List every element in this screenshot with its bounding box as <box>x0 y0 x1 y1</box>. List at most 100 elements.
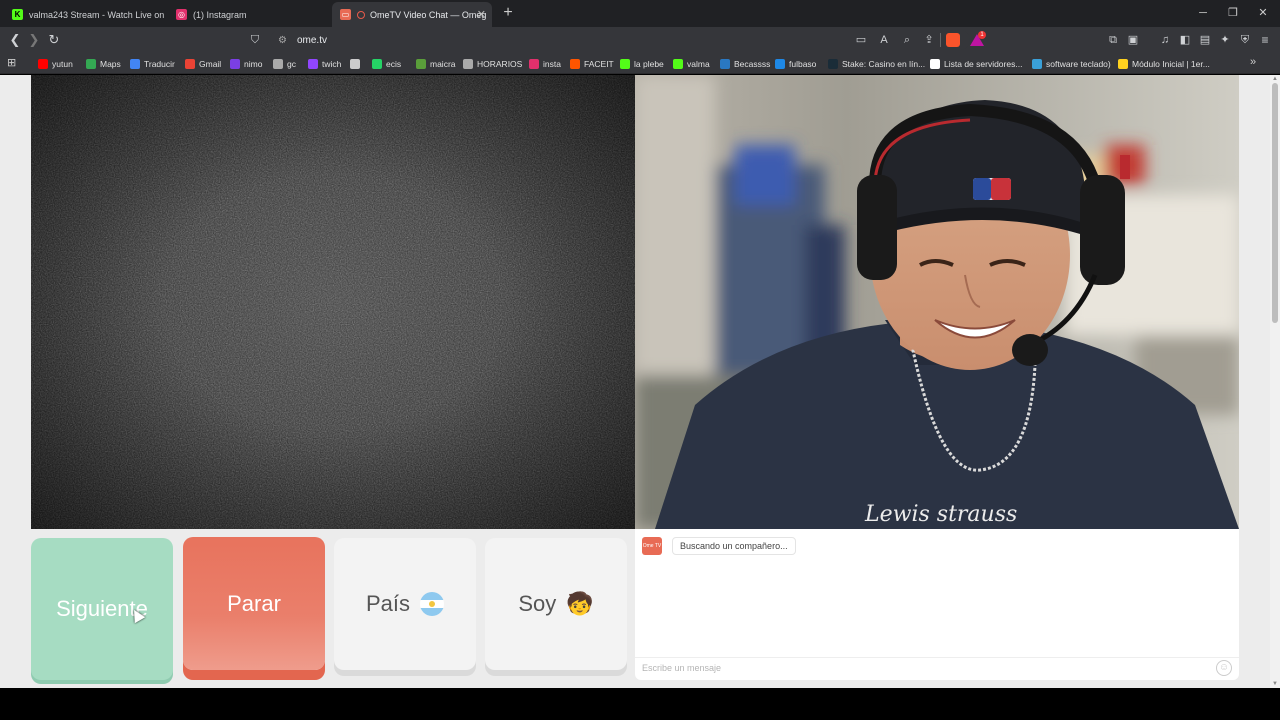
bookmark-item[interactable]: software teclado) <box>1032 56 1111 72</box>
browser-toolbar: ❮ ❯ ↻ ⛉ ⚙ ome.tv ▭ A ⌕ ⇪ ⧉ ▣ ♫ ◧ ▤ ✦ ⛨ ≡ <box>0 27 1280 53</box>
tab-ometv[interactable]: ▭ OmeTV Video Chat — Omeg ✕ <box>332 2 492 27</box>
close-tab-icon[interactable]: ✕ <box>477 8 486 21</box>
bookmark-label: insta <box>543 59 561 69</box>
message-input[interactable]: Escribe un mensaje <box>642 663 1202 677</box>
bookmark-favicon-icon <box>86 59 96 69</box>
bookmark-favicon-icon <box>130 59 140 69</box>
translate-icon[interactable]: A <box>875 31 893 49</box>
zoom-icon[interactable]: ⌕ <box>898 31 916 49</box>
bookmark-label: Lista de servidores... <box>944 59 1023 69</box>
chat-divider <box>635 657 1239 658</box>
chat-panel: Ome TV Buscando un compañero... Escribe … <box>635 529 1239 680</box>
bookmark-item[interactable]: Stake: Casino en lín... <box>828 56 925 72</box>
bookmark-item[interactable]: nimo <box>230 56 262 72</box>
bookmark-label: valma <box>687 59 710 69</box>
tab-title: valma243 Stream - Watch Live on Ki <box>29 9 164 20</box>
country-filter-button[interactable]: País <box>334 538 476 670</box>
gender-label: Soy <box>518 591 557 616</box>
bookmark-item[interactable]: Lista de servidores... <box>930 56 1022 72</box>
bookmark-label: nimo <box>244 59 263 69</box>
bookmark-favicon-icon <box>529 59 539 69</box>
more-bookmarks-icon[interactable]: » <box>1250 56 1256 68</box>
country-label: País <box>365 591 411 616</box>
bookmark-favicon-icon <box>230 59 240 69</box>
screenshot-icon[interactable]: ▣ <box>1124 31 1142 49</box>
bookmark-item[interactable]: Becassss <box>720 56 770 72</box>
bookmark-item[interactable]: Módulo Inicial | 1er... <box>1118 56 1210 72</box>
bookmark-label: HORARIOS <box>477 59 523 69</box>
tab-kick-stream[interactable]: K valma243 Stream - Watch Live on Ki <box>4 2 164 27</box>
cast-icon[interactable]: ▭ <box>852 31 870 49</box>
stop-label: Parar <box>227 590 281 616</box>
bookmark-item[interactable]: Gmail <box>185 56 221 72</box>
site-settings-icon[interactable]: ⚙ <box>278 35 287 46</box>
bookmark-item[interactable]: insta <box>529 56 561 72</box>
bookmark-item[interactable]: yutun <box>38 56 73 72</box>
bookmark-label: Traducir <box>144 59 175 69</box>
bookmark-favicon-icon <box>720 59 730 69</box>
bottom-bar <box>0 688 1280 720</box>
tab-title: OmeTV Video Chat — Omeg <box>370 9 487 20</box>
brave-shields-icon[interactable] <box>946 33 960 47</box>
local-video-static <box>31 75 635 529</box>
scroll-up-icon[interactable]: ▲ <box>1272 76 1278 82</box>
bookmark-item[interactable]: FACEIT <box>570 56 614 72</box>
bookmark-favicon-icon <box>273 59 283 69</box>
bookmark-favicon-icon <box>350 59 360 69</box>
minimize-button[interactable]: ─ <box>1188 4 1218 22</box>
bookmark-label: software teclado) <box>1046 59 1111 69</box>
wallet-icon[interactable]: ▤ <box>1196 31 1214 49</box>
url-text: ome.tv <box>296 34 327 46</box>
bookmark-favicon-icon <box>775 59 785 69</box>
bookmark-favicon-icon <box>463 59 473 69</box>
rewards-badge: 1 <box>978 31 986 39</box>
bookmark-favicon-icon <box>308 59 318 69</box>
bookmark-favicon-icon <box>1118 59 1128 69</box>
recording-icon <box>357 10 365 19</box>
bookmark-item[interactable]: twich <box>308 56 341 72</box>
extensions-icon[interactable]: ⧉ <box>1104 31 1122 49</box>
bookmark-item[interactable]: gc <box>273 56 296 72</box>
bookmark-label: la plebe <box>634 59 664 69</box>
forward-icon[interactable]: ❯ <box>25 31 43 49</box>
boy-icon: 🧒 <box>566 591 594 616</box>
restore-button[interactable]: ❐ <box>1218 4 1248 22</box>
bookmark-label: gc <box>287 59 296 69</box>
toolbar-divider <box>940 33 941 47</box>
bookmark-item[interactable]: la plebe <box>620 56 664 72</box>
close-window-button[interactable]: ✕ <box>1248 4 1278 22</box>
sidebar-icon[interactable]: ◧ <box>1176 31 1194 49</box>
next-button[interactable]: Siguiente <box>31 538 173 680</box>
bookmark-item[interactable]: Traducir <box>130 56 175 72</box>
tab-instagram[interactable]: ◎ (1) Instagram <box>168 2 328 27</box>
page-scrollbar[interactable]: ▲ ▼ <box>1270 75 1280 688</box>
gender-button[interactable]: Soy 🧒 <box>485 538 627 670</box>
share-icon[interactable]: ⇪ <box>920 31 938 49</box>
vpn-icon[interactable]: ⛨ <box>1236 31 1254 49</box>
scroll-thumb[interactable] <box>1272 83 1278 323</box>
scroll-down-icon[interactable]: ▼ <box>1272 681 1278 687</box>
ometv-icon: ▭ <box>340 9 351 20</box>
tab-title: (1) Instagram <box>193 9 247 20</box>
bookmark-item[interactable]: ecis <box>372 56 401 72</box>
media-icon[interactable]: ♫ <box>1156 31 1174 49</box>
bookmark-item[interactable]: fulbaso <box>775 56 816 72</box>
bookmark-favicon-icon <box>38 59 48 69</box>
remote-video: Lewis strauss <box>635 75 1239 529</box>
bookmark-item[interactable]: valma <box>673 56 710 72</box>
back-icon[interactable]: ❮ <box>6 31 24 49</box>
emoji-icon[interactable]: ☺ <box>1216 660 1232 676</box>
bookmark-item[interactable] <box>350 56 364 72</box>
apps-grid-icon[interactable]: ⊞ <box>7 57 19 69</box>
bookmark-icon[interactable]: ⛉ <box>246 31 264 49</box>
new-tab-button[interactable]: + <box>498 4 518 24</box>
reload-icon[interactable]: ↻ <box>45 31 63 49</box>
leo-ai-icon[interactable]: ✦ <box>1216 31 1234 49</box>
bookmark-item[interactable]: HORARIOS <box>463 56 522 72</box>
bookmark-label: twich <box>322 59 342 69</box>
menu-icon[interactable]: ≡ <box>1256 31 1274 49</box>
bookmark-favicon-icon <box>372 59 382 69</box>
stop-button[interactable]: Parar <box>183 537 325 670</box>
bookmark-item[interactable]: maicra <box>416 56 456 72</box>
bookmark-item[interactable]: Maps <box>86 56 121 72</box>
